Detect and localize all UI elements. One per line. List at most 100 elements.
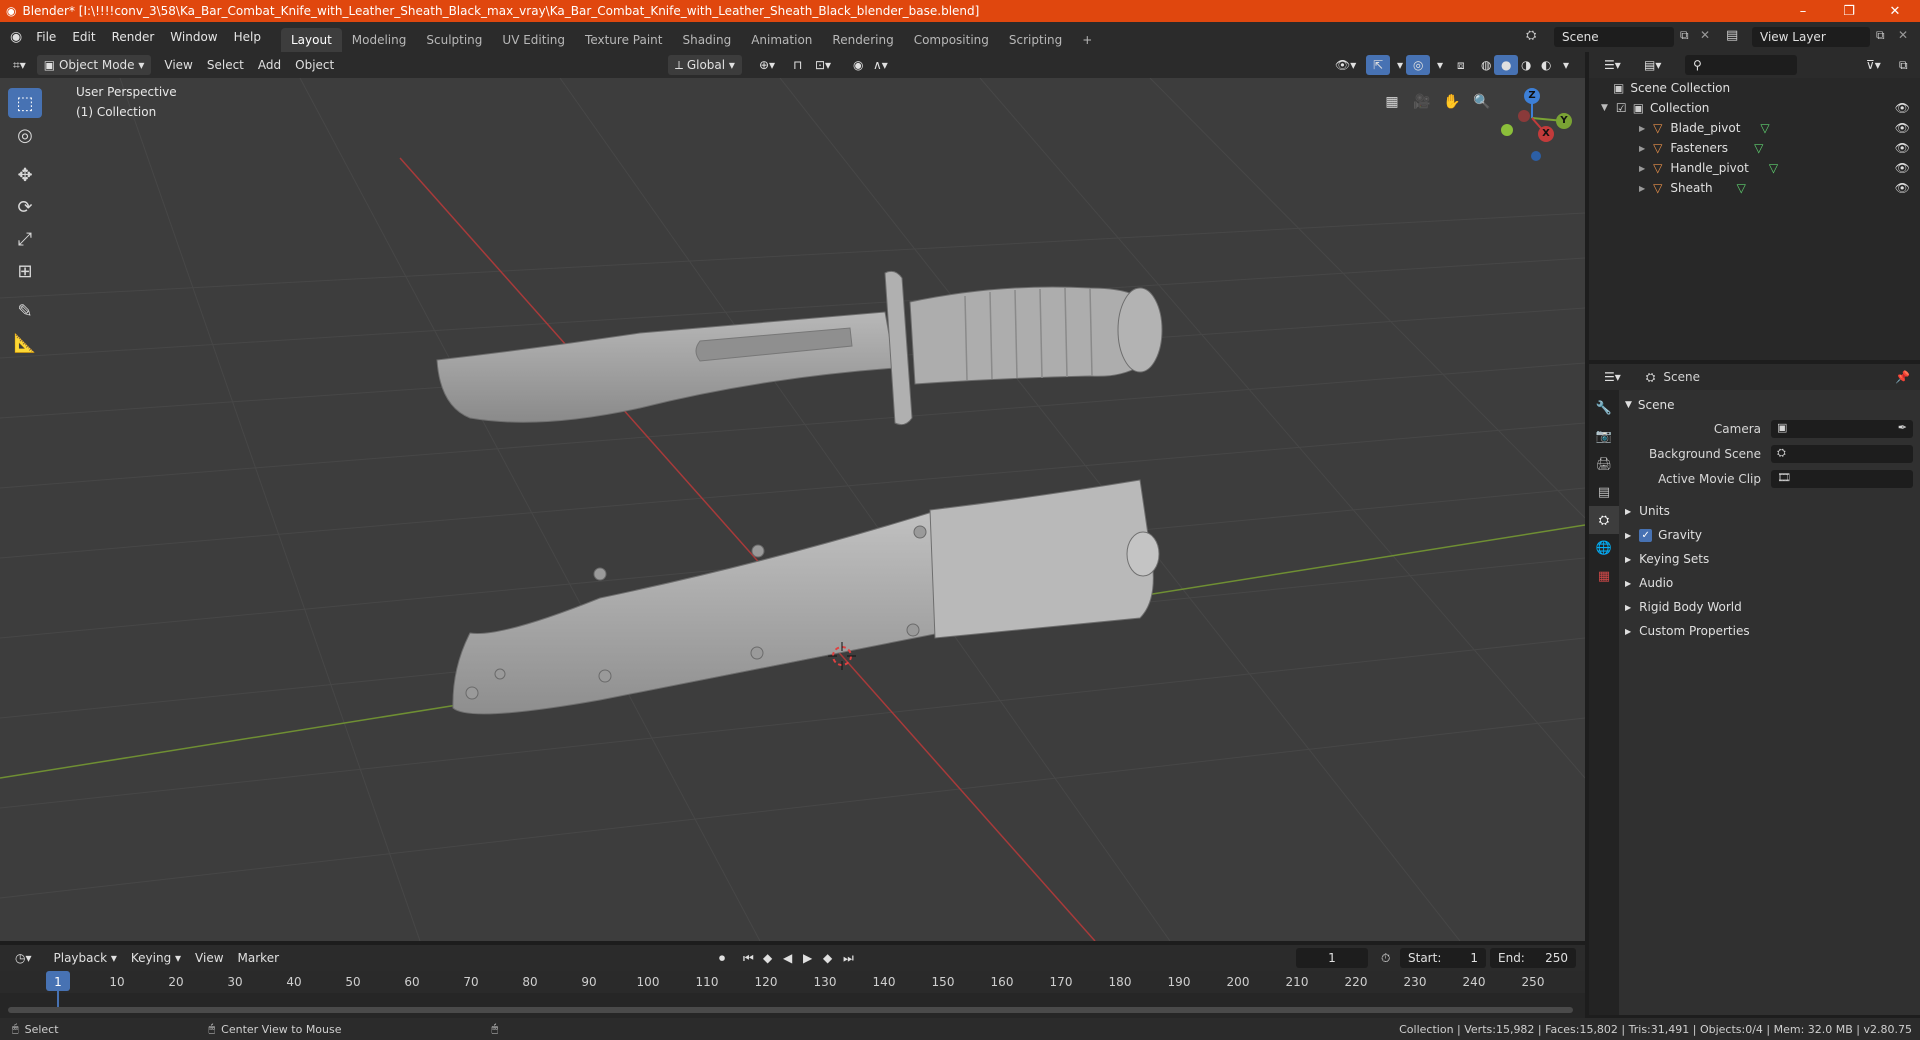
texture-tab-icon[interactable]: ▦ bbox=[1589, 562, 1619, 590]
gizmo-toggle-icon[interactable]: ⇱ bbox=[1366, 55, 1391, 75]
eye-icon[interactable]: 👁 bbox=[1895, 121, 1910, 135]
outliner-row-blade-pivot[interactable]: ▶ ▽ Blade_pivot ▽ 👁 bbox=[1589, 118, 1920, 138]
cursor-tool-icon[interactable]: ◎ bbox=[8, 120, 42, 150]
menu-file[interactable]: File bbox=[28, 26, 64, 48]
new-view-layer-icon[interactable]: ⧉ bbox=[1876, 28, 1885, 43]
tab-sculpting[interactable]: Sculpting bbox=[416, 28, 492, 52]
gizmo-x-axis-button[interactable]: X bbox=[1538, 126, 1554, 142]
eye-icon[interactable]: 👁 bbox=[1895, 101, 1910, 115]
visibility-icon[interactable]: 👁▾ bbox=[1328, 55, 1363, 75]
blender-menu-icon[interactable]: ◉ bbox=[10, 29, 22, 45]
tab-texture-paint[interactable]: Texture Paint bbox=[575, 28, 672, 52]
tool-tab-icon[interactable]: 🔧 bbox=[1589, 394, 1619, 422]
end-frame-field[interactable]: End: 250 bbox=[1490, 948, 1576, 968]
outliner-row-scene-collection[interactable]: ▣ Scene Collection bbox=[1589, 78, 1920, 98]
panel-units-header[interactable]: ▶ Units bbox=[1625, 500, 1915, 522]
xray-toggle-icon[interactable]: ⧈ bbox=[1450, 55, 1472, 75]
new-collection-icon[interactable]: ⧉ bbox=[1892, 55, 1915, 75]
expand-arrow-icon[interactable]: ▶ bbox=[1639, 164, 1645, 173]
record-icon[interactable]: ⏺ bbox=[712, 948, 732, 968]
panel-audio-header[interactable]: ▶ Audio bbox=[1625, 572, 1915, 594]
expand-arrow-icon[interactable]: ▼ bbox=[1601, 103, 1608, 113]
scene-browse-icon[interactable]: ⛭ bbox=[1526, 28, 1536, 43]
eye-icon[interactable]: 👁 bbox=[1895, 161, 1910, 175]
tab-layout[interactable]: Layout bbox=[280, 28, 342, 52]
view-layer-browse-icon[interactable]: ▤ bbox=[1726, 28, 1738, 43]
menu-playback[interactable]: Playback ▾ bbox=[47, 948, 124, 968]
shading-rendered-icon[interactable]: ◐ bbox=[1534, 55, 1558, 75]
menu-keying[interactable]: Keying ▾ bbox=[124, 948, 188, 968]
gizmo-z-axis-button[interactable]: Z bbox=[1524, 88, 1540, 104]
panel-custom-properties-header[interactable]: ▶ Custom Properties bbox=[1625, 620, 1915, 642]
gravity-checkbox[interactable]: ✓ bbox=[1639, 528, 1653, 542]
tab-shading[interactable]: Shading bbox=[672, 28, 741, 52]
scale-tool-icon[interactable]: ⤢ bbox=[8, 224, 42, 254]
panel-gravity-header[interactable]: ▶ ✓ Gravity bbox=[1625, 524, 1915, 546]
tab-animation[interactable]: Animation bbox=[741, 28, 822, 52]
eye-icon[interactable]: 👁 bbox=[1895, 181, 1910, 195]
menu-window[interactable]: Window bbox=[162, 26, 225, 48]
world-tab-icon[interactable]: 🌐 bbox=[1589, 534, 1619, 562]
snap-icon[interactable]: ⊓ bbox=[786, 55, 809, 75]
close-button[interactable]: ✕ bbox=[1872, 0, 1918, 22]
knife-model[interactable] bbox=[436, 270, 1163, 426]
output-tab-icon[interactable]: 🖨 bbox=[1589, 450, 1619, 478]
active-movie-clip-field[interactable]: 🎞 bbox=[1771, 470, 1913, 488]
menu-timeline-view[interactable]: View bbox=[188, 948, 230, 968]
menu-help[interactable]: Help bbox=[226, 26, 269, 48]
start-frame-field[interactable]: Start: 1 bbox=[1400, 948, 1486, 968]
camera-field[interactable]: ▣ ✒ bbox=[1771, 420, 1913, 438]
properties-editor-type-icon[interactable]: ☰▾ bbox=[1597, 367, 1628, 387]
outliner-row-sheath[interactable]: ▶ ▽ Sheath ▽ 👁 bbox=[1589, 178, 1920, 198]
falloff-icon[interactable]: ∧▾ bbox=[866, 55, 895, 75]
expand-arrow-icon[interactable]: ▶ bbox=[1639, 124, 1645, 133]
maximize-button[interactable]: ❐ bbox=[1826, 0, 1872, 22]
menu-edit[interactable]: Edit bbox=[64, 26, 103, 48]
clock-icon[interactable]: ⏱ bbox=[1374, 948, 1397, 968]
menu-render[interactable]: Render bbox=[104, 26, 163, 48]
minimize-button[interactable]: – bbox=[1780, 0, 1826, 22]
add-workspace-button[interactable]: + bbox=[1072, 28, 1102, 52]
delete-scene-icon[interactable]: ✕ bbox=[1700, 28, 1710, 42]
outliner-row-fasteners[interactable]: ▶ ▽ Fasteners ▽ 👁 bbox=[1589, 138, 1920, 158]
mode-selector[interactable]: ▣ Object Mode ▾ bbox=[36, 55, 152, 75]
measure-tool-icon[interactable]: 📐 bbox=[8, 328, 42, 358]
annotate-tool-icon[interactable]: ✎ bbox=[8, 296, 42, 326]
view-layer-tab-icon[interactable]: ▤ bbox=[1589, 478, 1619, 506]
timeline-area[interactable]: 1 10 20 30 40 50 60 70 80 90 100 110 120 130 140 150 160… bbox=[0, 971, 1585, 1018]
tab-compositing[interactable]: Compositing bbox=[904, 28, 999, 52]
rotate-tool-icon[interactable]: ⟳ bbox=[8, 192, 42, 222]
checkbox-icon[interactable]: ☑ bbox=[1616, 101, 1627, 115]
eye-icon[interactable]: 👁 bbox=[1895, 141, 1910, 155]
zoom-icon[interactable]: 🔍 bbox=[1470, 90, 1494, 114]
tab-scripting[interactable]: Scripting bbox=[999, 28, 1072, 52]
timeline-scrollbar[interactable] bbox=[8, 1007, 1573, 1013]
menu-select[interactable]: Select bbox=[200, 55, 251, 75]
outliner-search-input[interactable]: ⚲ bbox=[1685, 55, 1797, 75]
pin-icon[interactable]: 📌 bbox=[1895, 370, 1910, 384]
overlay-toggle-icon[interactable]: ◎ bbox=[1406, 55, 1431, 75]
tab-modeling[interactable]: Modeling bbox=[342, 28, 417, 52]
snap-target-icon[interactable]: ⊡▾ bbox=[808, 55, 838, 75]
navigation-gizmo[interactable] bbox=[1501, 96, 1565, 161]
toggle-camera-grid-icon[interactable]: ▦ bbox=[1380, 90, 1404, 114]
editor-type-icon[interactable]: ⌗▾ bbox=[6, 55, 33, 75]
move-tool-icon[interactable]: ✥ bbox=[8, 160, 42, 190]
gizmo-y-axis-button[interactable]: Y bbox=[1556, 113, 1572, 129]
panel-keying-sets-header[interactable]: ▶ Keying Sets bbox=[1625, 548, 1915, 570]
outliner-editor-type-icon[interactable]: ☰▾ bbox=[1597, 55, 1628, 75]
pivot-point-icon[interactable]: ⊕▾ bbox=[752, 55, 782, 75]
view-layer-field[interactable]: View Layer bbox=[1752, 27, 1870, 47]
camera-view-icon[interactable]: 🎥 bbox=[1410, 90, 1434, 114]
new-scene-icon[interactable]: ⧉ bbox=[1680, 28, 1689, 43]
current-frame-field[interactable]: 1 bbox=[1296, 948, 1368, 968]
tab-rendering[interactable]: Rendering bbox=[822, 28, 903, 52]
panel-scene-header[interactable]: ▼ Scene bbox=[1625, 394, 1915, 416]
delete-view-layer-icon[interactable]: ✕ bbox=[1898, 28, 1908, 42]
select-box-icon[interactable]: ⬚ bbox=[8, 88, 42, 118]
menu-object[interactable]: Object bbox=[288, 55, 341, 75]
pan-hand-icon[interactable]: ✋ bbox=[1440, 90, 1464, 114]
eyedropper-icon[interactable]: ✒ bbox=[1898, 421, 1907, 434]
outliner-row-handle-pivot[interactable]: ▶ ▽ Handle_pivot ▽ 👁 bbox=[1589, 158, 1920, 178]
jump-end-icon[interactable]: ⏭ bbox=[836, 948, 861, 968]
